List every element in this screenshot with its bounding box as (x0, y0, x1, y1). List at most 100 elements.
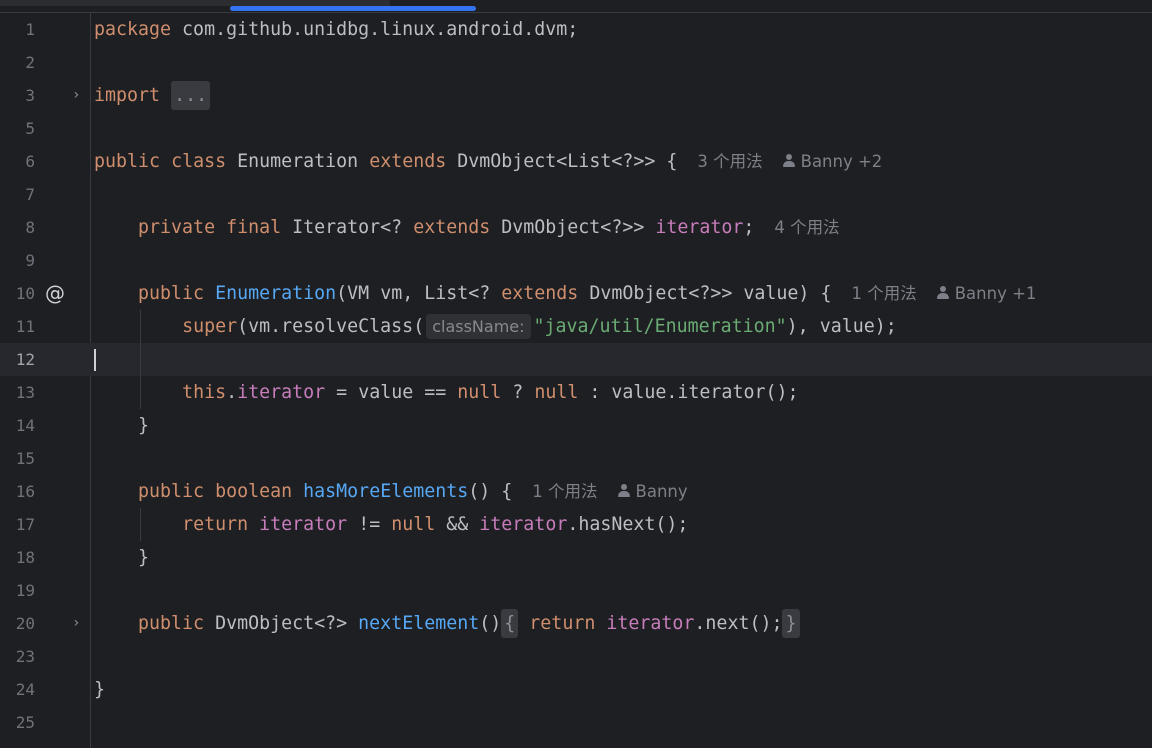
keyword: extends (413, 217, 491, 238)
line-number[interactable]: 10 (0, 277, 35, 310)
code-line[interactable]: 6 public class Enumeration extends DvmOb… (0, 145, 1152, 178)
code-line[interactable]: 23 (0, 640, 1152, 673)
line-number[interactable]: 16 (0, 475, 35, 508)
indent-guide (140, 508, 141, 541)
author-icon (782, 154, 795, 168)
code-line[interactable]: 16 public boolean hasMoreElements() {1 个… (0, 475, 1152, 508)
author-icon (617, 484, 630, 498)
code-text[interactable]: public class Enumeration extends DvmObje… (94, 145, 882, 178)
brace: } (138, 415, 150, 436)
code-text[interactable]: public Enumeration(VM vm, List<? extends… (94, 277, 1036, 310)
code-line[interactable]: 18 } (0, 541, 1152, 574)
line-number[interactable]: 18 (0, 541, 35, 574)
keyword: super (182, 316, 238, 337)
line-number[interactable]: 11 (0, 310, 35, 343)
author-icon (936, 286, 949, 300)
usages-link[interactable]: 3 个用法 (697, 152, 762, 171)
code-text[interactable]: import ... (94, 79, 211, 112)
code-line[interactable]: 17 return iterator != null && iterator.h… (0, 508, 1152, 541)
author-link[interactable]: Banny +2 (801, 152, 883, 171)
keyword: final (226, 217, 282, 238)
text-caret (94, 349, 96, 371)
line-number[interactable]: 2 (0, 46, 35, 79)
operator: ? (501, 382, 535, 403)
line-number[interactable]: 17 (0, 508, 35, 541)
keyword: extends (501, 283, 579, 304)
class-name: Enumeration (226, 151, 370, 172)
code-text[interactable]: return iterator != null && iterator.hasN… (94, 508, 688, 541)
keyword: null (391, 514, 436, 535)
line-number[interactable]: 1 (0, 13, 35, 46)
editor-tab-strip (0, 0, 1152, 13)
usages-link[interactable]: 1 个用法 (851, 284, 916, 303)
code-text[interactable]: package com.github.unidbg.linux.android.… (94, 13, 578, 46)
code-text[interactable]: public boolean hasMoreElements() {1 个用法 B… (94, 475, 688, 508)
line-number[interactable]: 25 (0, 706, 35, 739)
current-line[interactable]: 12 (0, 343, 1152, 376)
fold-expand-icon[interactable]: › (72, 79, 80, 112)
author-link[interactable]: Banny +1 (955, 284, 1037, 303)
author-link[interactable]: Banny (636, 482, 688, 501)
keyword: public (94, 151, 161, 172)
line-number[interactable]: 20 (0, 607, 35, 640)
line-number[interactable]: 9 (0, 244, 35, 277)
implementation-marker-icon[interactable]: @ (45, 277, 65, 310)
code-line[interactable]: 14 } (0, 409, 1152, 442)
string-literal: "java/util/Enumeration" (533, 316, 787, 337)
code-line[interactable]: 15 (0, 442, 1152, 475)
line-number[interactable]: 5 (0, 112, 35, 145)
usages-link[interactable]: 4 个用法 (774, 218, 839, 237)
code-line[interactable]: 9 (0, 244, 1152, 277)
folded-brace-open[interactable]: { (501, 609, 519, 638)
code-line[interactable]: 25 (0, 706, 1152, 739)
code-line[interactable]: 10 @ public Enumeration(VM vm, List<? ex… (0, 277, 1152, 310)
folded-imports[interactable]: ... (171, 81, 211, 110)
keyword: extends (369, 151, 447, 172)
code-line[interactable]: 1 package com.github.unidbg.linux.androi… (0, 13, 1152, 46)
code-line[interactable]: 8 private final Iterator<? extends DvmOb… (0, 211, 1152, 244)
code-line[interactable]: 13 this.iterator = value == null ? null … (0, 376, 1152, 409)
code-text[interactable]: this.iterator = value == null ? null : v… (94, 376, 798, 409)
line-number[interactable]: 8 (0, 211, 35, 244)
line-number[interactable]: 13 (0, 376, 35, 409)
code-text[interactable]: } (94, 541, 149, 574)
field: iterator (606, 613, 695, 634)
code-text[interactable]: super(vm.resolveClass(className: "java/ut… (94, 310, 897, 343)
line-number[interactable]: 14 (0, 409, 35, 442)
line-number[interactable]: 7 (0, 178, 35, 211)
fold-expand-icon[interactable]: › (72, 607, 80, 640)
code-editor[interactable]: 1 package com.github.unidbg.linux.androi… (0, 13, 1152, 748)
code-line[interactable]: 2 (0, 46, 1152, 79)
usages-link[interactable]: 1 个用法 (532, 482, 597, 501)
code-text[interactable]: } (94, 673, 105, 706)
line-number[interactable]: 3 (0, 79, 35, 112)
code-line[interactable]: 19 (0, 574, 1152, 607)
code-line[interactable]: 20 › public DvmObject<?> nextElement(){ … (0, 607, 1152, 640)
field: iterator (237, 382, 326, 403)
line-number[interactable]: 15 (0, 442, 35, 475)
code-line[interactable]: 24 } (0, 673, 1152, 706)
folded-brace-close[interactable]: } (782, 609, 800, 638)
keyword: return (529, 613, 596, 634)
keyword: class (171, 151, 227, 172)
line-number[interactable]: 19 (0, 574, 35, 607)
keyword: null (457, 382, 502, 403)
line-number[interactable]: 12 (0, 343, 35, 376)
code-text[interactable]: public DvmObject<?> nextElement(){ retur… (94, 607, 800, 640)
line-number[interactable]: 23 (0, 640, 35, 673)
keyword: public (138, 481, 205, 502)
horizontal-scroll-thumb[interactable] (230, 6, 476, 11)
line-number[interactable]: 24 (0, 673, 35, 706)
code-line[interactable]: 11 super(vm.resolveClass(className: "java… (0, 310, 1152, 343)
code-line[interactable]: 3 › import ... (0, 79, 1152, 112)
code-text[interactable]: } (94, 409, 149, 442)
keyword: public (138, 283, 205, 304)
line-number[interactable]: 6 (0, 145, 35, 178)
superclass: DvmObject<List<?>> { (446, 151, 678, 172)
code-vision: 1 个用法 Banny +1 (831, 284, 1036, 303)
code-vision: 4 个用法 (754, 218, 839, 237)
punctuation: ; (743, 217, 755, 238)
code-line[interactable]: 7 (0, 178, 1152, 211)
code-line[interactable]: 5 (0, 112, 1152, 145)
code-text[interactable]: private final Iterator<? extends DvmObje… (94, 211, 840, 244)
